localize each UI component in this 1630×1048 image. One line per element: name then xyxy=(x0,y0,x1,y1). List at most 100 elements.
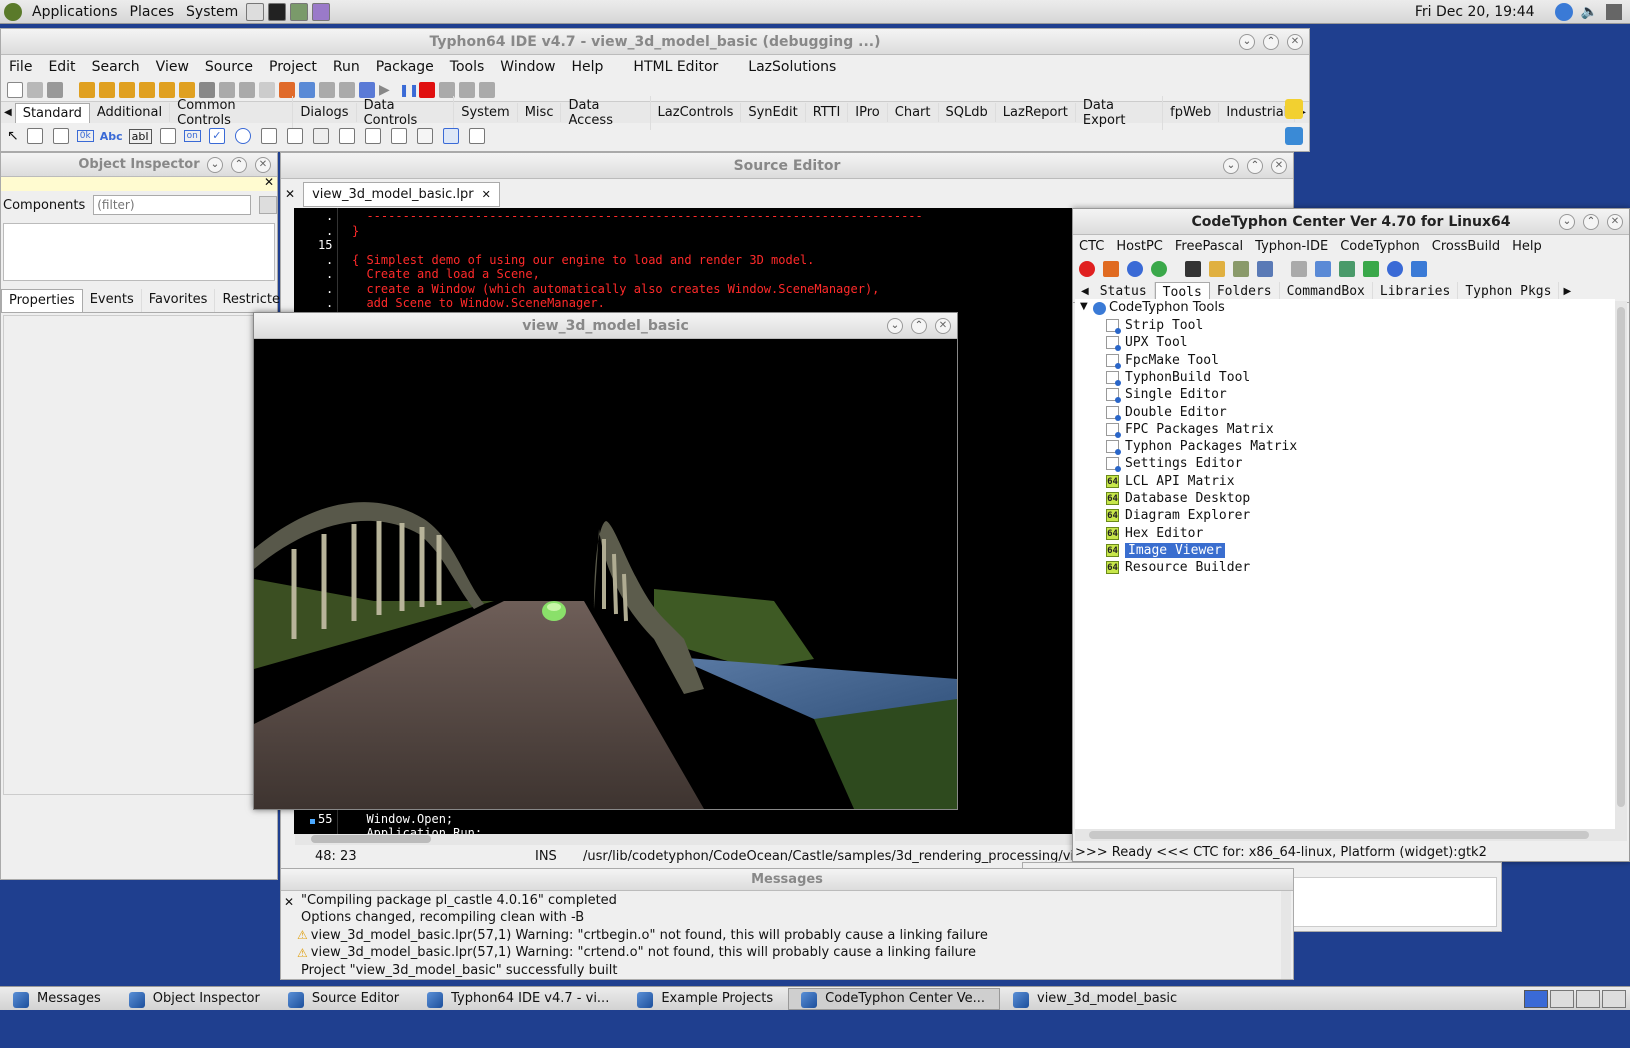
ctc-menu-codetyphon[interactable]: CodeTyphon xyxy=(1334,239,1426,254)
palette-tab-fpweb[interactable]: fpWeb xyxy=(1163,103,1220,122)
maximize-icon[interactable]: ⌃ xyxy=(1247,158,1263,174)
minimize-icon[interactable]: ⌄ xyxy=(1559,214,1575,230)
palette-tab-sqldb[interactable]: SQLdb xyxy=(939,103,996,122)
close-icon[interactable]: ✕ xyxy=(255,157,271,173)
actionlist-component-icon[interactable] xyxy=(468,128,485,144)
palette-tab-system[interactable]: System xyxy=(454,103,518,122)
ctc-menu-ctc[interactable]: CTC xyxy=(1073,239,1110,254)
palette-tab-standard[interactable]: Standard xyxy=(14,102,90,123)
package-add-icon[interactable] xyxy=(119,82,135,98)
ctc-menu-hostpc[interactable]: HostPC xyxy=(1110,239,1169,254)
object-inspector-titlebar[interactable]: Object Inspector ⌄ ⌃ ✕ xyxy=(1,153,277,177)
workspace-switcher-1[interactable] xyxy=(1524,989,1548,1008)
help-icon[interactable] xyxy=(1127,261,1143,277)
toggle-component-icon[interactable]: on xyxy=(183,130,201,142)
menu-window[interactable]: Window xyxy=(492,59,563,75)
panel-component-icon[interactable] xyxy=(416,128,433,144)
minimize-icon[interactable]: ⌄ xyxy=(887,318,903,334)
close-tab-icon[interactable]: ✕ xyxy=(285,187,295,201)
taskbar-item[interactable]: Source Editor xyxy=(275,988,414,1010)
scrollbar-component-icon[interactable] xyxy=(312,128,329,144)
message-line[interactable]: Options changed, recompiling clean with … xyxy=(301,910,584,925)
message-line[interactable]: "Compiling package pl_castle 4.0.16" com… xyxy=(301,893,617,908)
ctc-titlebar[interactable]: CodeTyphon Center Ver 4.70 for Linux64 ⌄… xyxy=(1073,209,1629,235)
build-tools-icon[interactable] xyxy=(1257,261,1273,277)
tool-item-diagram-explorer[interactable]: 64 Diagram Explorer xyxy=(1106,507,1250,524)
palette-tab-chart[interactable]: Chart xyxy=(888,103,939,122)
message-line[interactable]: ⚠ view_3d_model_basic.lpr(57,1) Warning: … xyxy=(297,945,976,960)
palette-tab-industrial[interactable]: Industrial xyxy=(1219,103,1296,122)
tab-events[interactable]: Events xyxy=(83,289,142,312)
close-icon[interactable]: ✕ xyxy=(264,175,274,189)
tool-item-hex-editor[interactable]: 64 Hex Editor xyxy=(1106,525,1203,542)
palette-tab-lazcontrols[interactable]: LazControls xyxy=(651,103,742,122)
checkbox-component-icon[interactable]: ✓ xyxy=(208,128,225,144)
volume-icon[interactable]: 🔈 xyxy=(1581,4,1598,20)
build-icon[interactable] xyxy=(299,82,315,98)
maximize-icon[interactable]: ⌃ xyxy=(1263,34,1279,50)
ide-titlebar[interactable]: Typhon64 IDE v4.7 - view_3d_model_basic … xyxy=(1,29,1309,55)
network-icon[interactable] xyxy=(1339,261,1355,277)
pidgin-launcher-icon[interactable] xyxy=(312,2,331,21)
file-manager-launcher-icon[interactable] xyxy=(246,2,265,21)
tools-icon[interactable] xyxy=(1291,261,1307,277)
refresh-icon[interactable] xyxy=(1151,261,1167,277)
breakpoint-marker-icon[interactable] xyxy=(310,819,315,824)
open-icon[interactable] xyxy=(27,82,43,98)
tree-hscrollbar[interactable] xyxy=(1075,829,1615,841)
workspace-switcher-3[interactable] xyxy=(1576,989,1600,1008)
menu-file[interactable]: File xyxy=(1,59,40,75)
inspect-icon[interactable] xyxy=(339,82,355,98)
close-icon[interactable]: ✕ xyxy=(935,318,951,334)
messages-vscrollbar[interactable] xyxy=(1281,891,1291,979)
tab-view-3d-model-basic[interactable]: view_3d_model_basic.lpr ✕ xyxy=(303,181,500,207)
compile-icon[interactable] xyxy=(319,82,335,98)
palette-tab-misc[interactable]: Misc xyxy=(518,103,562,122)
filter-clear-icon[interactable] xyxy=(259,196,277,214)
palette-tab-rtti[interactable]: RTTI xyxy=(806,103,849,122)
expand-arrow-icon[interactable]: ▼ xyxy=(1080,301,1088,312)
menu-edit[interactable]: Edit xyxy=(40,59,83,75)
palette-tab-data-export[interactable]: Data Export xyxy=(1076,95,1164,130)
network-launcher-icon[interactable] xyxy=(290,2,309,21)
listbox-component-icon[interactable] xyxy=(260,128,277,144)
viewer-titlebar[interactable]: view_3d_model_basic ⌄ ⌃ ✕ xyxy=(254,313,957,339)
source-editor-titlebar[interactable]: Source Editor ⌄ ⌃ ✕ xyxy=(281,153,1293,179)
menu-source[interactable]: Source xyxy=(197,59,261,75)
3d-render-viewport[interactable] xyxy=(254,339,957,809)
ctc-menu-crossbuild[interactable]: CrossBuild xyxy=(1426,239,1506,254)
menu-tools[interactable]: Tools xyxy=(442,59,493,75)
network-icon[interactable] xyxy=(1606,3,1622,20)
stop-icon[interactable] xyxy=(1079,261,1095,277)
menu-lazsolutions[interactable]: LazSolutions xyxy=(740,59,844,75)
tool-item-database-desktop[interactable]: 64 Database Desktop xyxy=(1106,490,1250,507)
palette-tab-common-controls[interactable]: Common Controls xyxy=(170,95,294,130)
sync-icon[interactable] xyxy=(1387,261,1403,277)
new-file-icon[interactable] xyxy=(7,82,23,98)
menu-package[interactable]: Package xyxy=(368,59,442,75)
workspace-switcher-4[interactable] xyxy=(1602,989,1626,1008)
ctc-menu-typhon-ide[interactable]: Typhon-IDE xyxy=(1249,239,1334,254)
maximize-icon[interactable]: ⌃ xyxy=(1583,214,1599,230)
package-open-icon[interactable] xyxy=(99,82,115,98)
ctc-menu-help[interactable]: Help xyxy=(1506,239,1548,254)
tool-item-fpc-packages-matrix[interactable]: FPC Packages Matrix xyxy=(1106,421,1274,438)
tools-tree[interactable]: ▼ CodeTyphon Tools Strip Tool UPX Tool Fpc… xyxy=(1075,299,1615,837)
close-icon[interactable]: ✕ xyxy=(1271,158,1287,174)
menu-search[interactable]: Search xyxy=(84,59,148,75)
install-icon[interactable] xyxy=(1103,261,1119,277)
tool-item-typhonbuild-tool[interactable]: TyphonBuild Tool xyxy=(1106,369,1250,386)
tool-item-typhon-packages-matrix[interactable]: Typhon Packages Matrix xyxy=(1106,438,1297,456)
menu-help[interactable]: Help xyxy=(564,59,612,75)
scroll-left-icon[interactable]: ◀ xyxy=(1077,286,1093,297)
selection-pointer-icon[interactable]: ↖ xyxy=(7,128,19,144)
close-icon[interactable]: ✕ xyxy=(1287,34,1303,50)
close-icon[interactable]: ✕ xyxy=(1607,214,1623,230)
save-icon[interactable] xyxy=(47,82,63,98)
close-icon[interactable]: ✕ xyxy=(284,895,294,909)
tab-properties[interactable]: Properties xyxy=(1,289,83,312)
editor-hscrollbar[interactable] xyxy=(295,833,1075,845)
settings-icon[interactable] xyxy=(1315,261,1331,277)
minimize-icon[interactable]: ⌄ xyxy=(207,157,223,173)
codetyphon-tray-icon[interactable] xyxy=(1554,2,1573,21)
